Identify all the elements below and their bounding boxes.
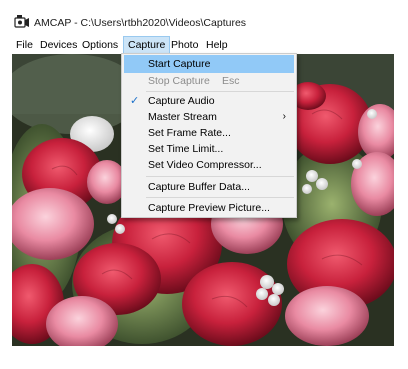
menu-devices[interactable]: Devices xyxy=(36,36,81,54)
title-bar: AMCAP - C:\Users\rtbh2020\Videos\Capture… xyxy=(0,0,408,36)
menu-bar: File Devices Options Capture Photo Help xyxy=(0,36,408,54)
start-capture-item[interactable]: Start Capture xyxy=(124,55,294,73)
window-title: AMCAP - C:\Users\rtbh2020\Videos\Capture… xyxy=(34,17,247,29)
menu-file[interactable]: File xyxy=(12,36,37,54)
capture-buffer-data-label: Capture Buffer Data... xyxy=(148,181,250,193)
stop-capture-shortcut: Esc xyxy=(222,75,240,87)
start-capture-label: Start Capture xyxy=(148,58,211,70)
menu-separator xyxy=(146,197,294,198)
menu-help[interactable]: Help xyxy=(202,36,232,54)
stop-capture-item[interactable]: Stop Capture Esc xyxy=(124,72,294,90)
capture-preview-picture-item[interactable]: Capture Preview Picture... xyxy=(124,199,294,217)
set-video-compressor-item[interactable]: Set Video Compressor... xyxy=(124,156,294,174)
capture-buffer-data-item[interactable]: Capture Buffer Data... xyxy=(124,178,294,196)
camera-app-icon xyxy=(14,15,29,28)
stop-capture-label: Stop Capture xyxy=(148,75,210,87)
set-video-compressor-label: Set Video Compressor... xyxy=(148,159,262,171)
capture-preview-picture-label: Capture Preview Picture... xyxy=(148,202,270,214)
capture-menu-dropdown: Start Capture Stop Capture Esc ✓ Capture… xyxy=(121,53,297,218)
menu-capture[interactable]: Capture xyxy=(123,36,171,54)
menu-options[interactable]: Options xyxy=(78,36,122,54)
menu-separator xyxy=(146,176,294,177)
menu-photo[interactable]: Photo xyxy=(167,36,202,54)
